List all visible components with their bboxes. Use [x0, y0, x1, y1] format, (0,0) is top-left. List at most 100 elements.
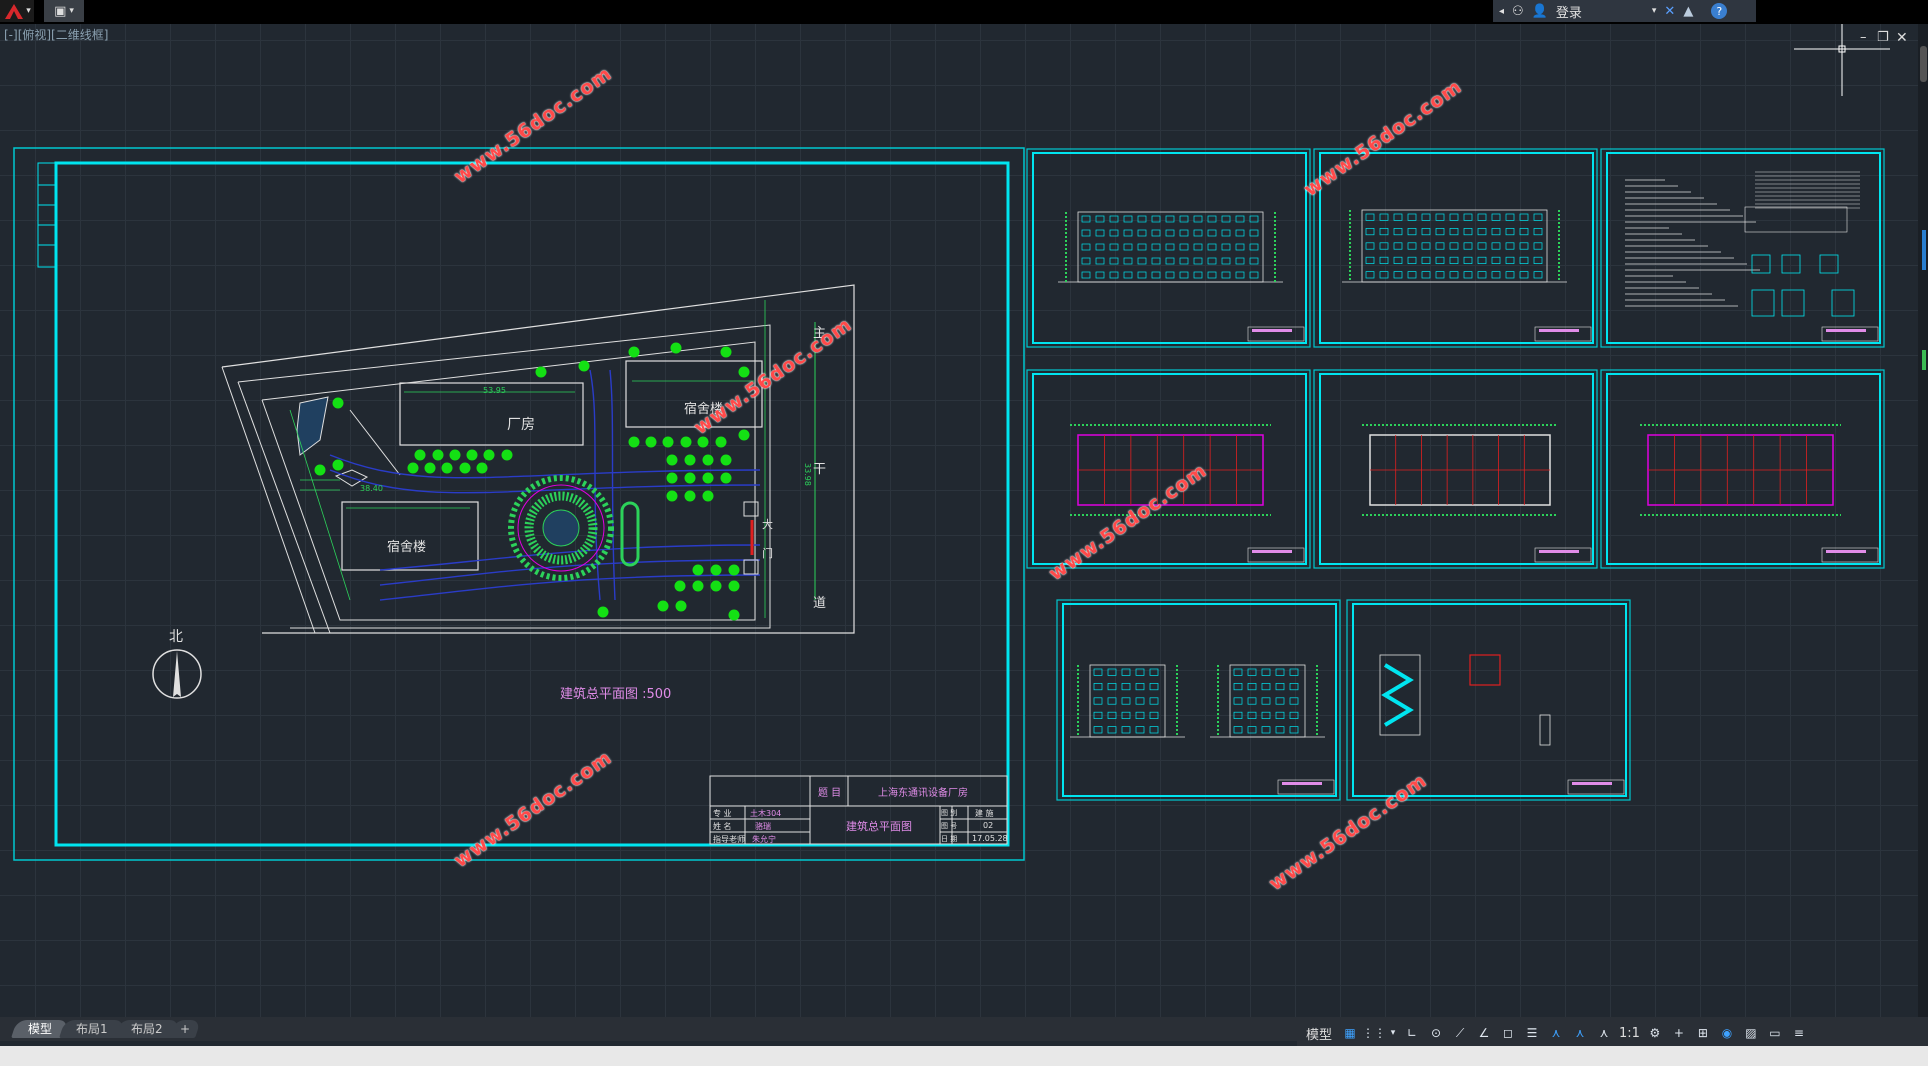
tree-21: [441, 462, 453, 474]
sheet-5: [1313, 369, 1598, 569]
object-snap-tracking-icon[interactable]: ∠: [1475, 1024, 1493, 1042]
sheet-6: [1600, 369, 1885, 569]
tree-35: [702, 490, 714, 502]
tree-10: [662, 436, 674, 448]
site-plan-trees: [314, 342, 750, 621]
sheet-8: [1346, 599, 1631, 801]
autocad-logo-icon: [5, 4, 24, 19]
snap-icon[interactable]: ⋮⋮: [1362, 1024, 1386, 1042]
scrollbar-thumb[interactable]: [1920, 46, 1927, 82]
tree-34: [684, 490, 696, 502]
hardware-acceleration-icon[interactable]: ▨: [1742, 1024, 1760, 1042]
tree-9: [645, 436, 657, 448]
status-bar: 模型 ▦ ⋮⋮ ▾ ∟ ⊙ ⟋ ∠ ◻ ☰ ⋏ ⋏ ⋏ 1:1 ⚙ + ⊞ ◉ …: [1297, 1020, 1928, 1046]
auto-scale-icon[interactable]: ⋏: [1571, 1024, 1589, 1042]
isolate-objects-icon[interactable]: ◉: [1718, 1024, 1736, 1042]
tree-38: [728, 564, 740, 576]
workspace-gear-icon[interactable]: ⚙: [1646, 1024, 1664, 1042]
lineweight-icon[interactable]: ☰: [1523, 1024, 1541, 1042]
tree-32: [720, 472, 732, 484]
scroll-marker-green: [1922, 350, 1926, 370]
tree-47: [332, 459, 344, 471]
title-block: [709, 775, 1008, 845]
tree-18: [483, 449, 495, 461]
annotation-scale-icon[interactable]: ⋏: [1595, 1024, 1613, 1042]
tree-24: [407, 462, 419, 474]
annotation-scale-value[interactable]: 1:1: [1619, 1026, 1640, 1041]
sign-in-area: ◂ ⚇ 👤 登录 ▾ ✕ ▲ ?: [1493, 0, 1756, 22]
annotation-monitor-icon[interactable]: +: [1670, 1024, 1688, 1042]
autodesk-icon[interactable]: ▲: [1683, 4, 1693, 19]
exchange-icon[interactable]: ✕: [1664, 4, 1675, 19]
left-arrow-icon[interactable]: ◂: [1499, 6, 1504, 17]
customization-menu-icon[interactable]: ≡: [1790, 1024, 1808, 1042]
application-menu-button[interactable]: ▾: [0, 0, 34, 22]
tree-33: [666, 490, 678, 502]
tree-2: [578, 360, 590, 372]
tree-22: [459, 462, 471, 474]
tree-1: [535, 366, 547, 378]
tree-19: [501, 449, 513, 461]
polar-tracking-icon[interactable]: ⊙: [1427, 1024, 1445, 1042]
tree-40: [692, 580, 704, 592]
command-line-strip[interactable]: [0, 1046, 1928, 1066]
tree-11: [680, 436, 692, 448]
snap-dropdown-icon[interactable]: ▾: [1389, 1024, 1397, 1042]
tree-48: [314, 464, 326, 476]
tree-44: [675, 600, 687, 612]
tree-37: [710, 564, 722, 576]
title-bar: ▾ ▣ ▾ ◂ ⚇ 👤 登录 ▾ ✕ ▲ ?: [0, 0, 1928, 24]
vertical-scrollbar[interactable]: [1918, 24, 1928, 1024]
tree-13: [715, 436, 727, 448]
quick-access-toolbar-button[interactable]: ▣ ▾: [44, 0, 84, 22]
tree-12: [697, 436, 709, 448]
user-icon: 👤: [1531, 3, 1548, 19]
sheet-1: [1026, 148, 1311, 348]
tree-14: [414, 449, 426, 461]
grid-icon[interactable]: ▦: [1341, 1024, 1359, 1042]
tree-29: [666, 472, 678, 484]
tree-17: [466, 449, 478, 461]
units-icon[interactable]: ⊞: [1694, 1024, 1712, 1042]
tree-36: [692, 564, 704, 576]
tree-28: [720, 454, 732, 466]
tree-31: [702, 472, 714, 484]
binoculars-icon[interactable]: ⚇: [1512, 4, 1524, 19]
sheet-2: [1313, 148, 1598, 348]
object-snap-icon[interactable]: ◻: [1499, 1024, 1517, 1042]
tree-23: [476, 462, 488, 474]
cad-drawing: [13, 24, 1890, 861]
login-dropdown-icon[interactable]: ▾: [1652, 6, 1657, 16]
sheet-7: [1056, 599, 1341, 801]
north-arrow: [152, 649, 202, 699]
tree-25: [666, 454, 678, 466]
crosshair-cursor: [1794, 24, 1890, 96]
tree-26: [684, 454, 696, 466]
tree-30: [684, 472, 696, 484]
tree-41: [710, 580, 722, 592]
login-button[interactable]: 登录: [1556, 2, 1582, 21]
tree-4: [670, 342, 682, 354]
tree-43: [657, 600, 669, 612]
model-space-button[interactable]: 模型: [1303, 1024, 1335, 1043]
workspace-icon: ▣: [54, 3, 67, 19]
ortho-icon[interactable]: ∟: [1403, 1024, 1421, 1042]
tree-42: [728, 580, 740, 592]
clean-screen-icon[interactable]: ▭: [1766, 1024, 1784, 1042]
tree-39: [674, 580, 686, 592]
tree-46: [597, 606, 609, 618]
isodraft-icon[interactable]: ⟋: [1451, 1024, 1469, 1042]
scroll-marker-blue: [1922, 230, 1926, 270]
tree-7: [738, 429, 750, 441]
tree-6: [738, 366, 750, 378]
site-plan: [221, 284, 855, 634]
sheet-4: [1026, 369, 1311, 569]
tree-45: [728, 609, 740, 621]
help-icon[interactable]: ?: [1711, 3, 1728, 19]
tree-0: [332, 397, 344, 409]
tree-27: [702, 454, 714, 466]
tree-20: [424, 462, 436, 474]
tree-15: [432, 449, 444, 461]
tree-5: [720, 346, 732, 358]
annotation-visibility-icon[interactable]: ⋏: [1547, 1024, 1565, 1042]
